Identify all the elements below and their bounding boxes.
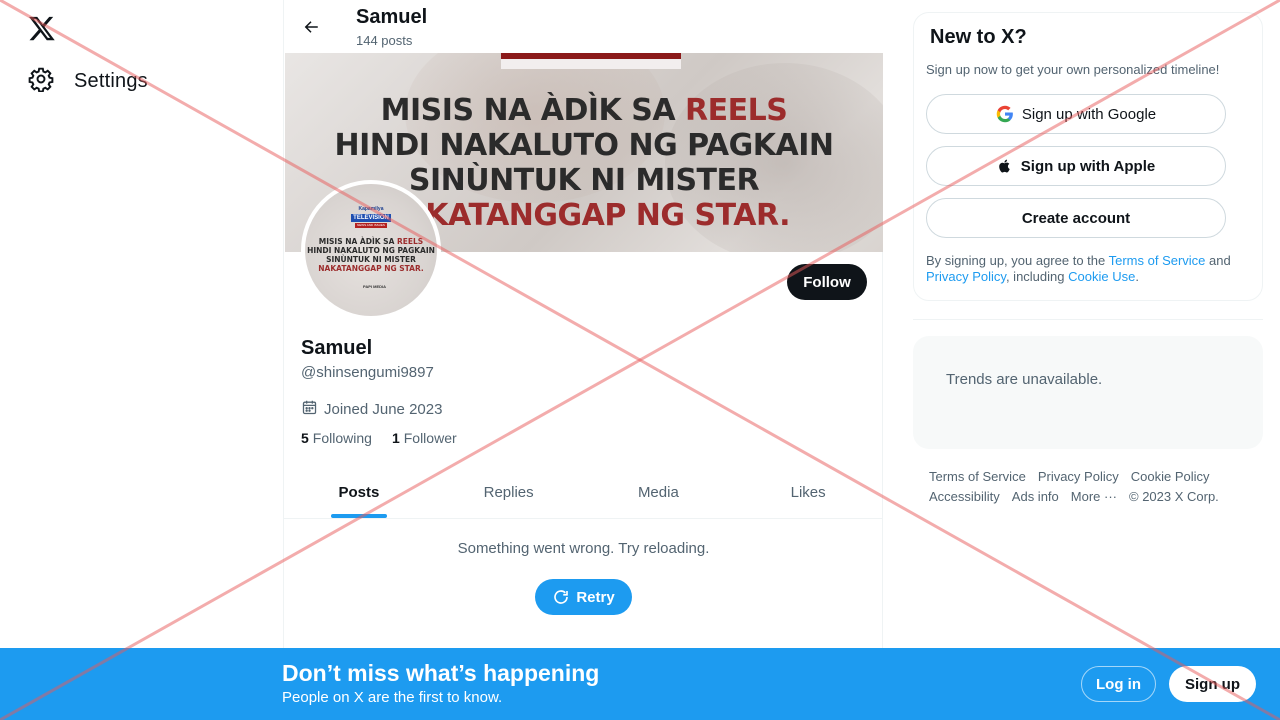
profile-name: Samuel	[301, 337, 373, 359]
tab-posts[interactable]: Posts	[284, 466, 434, 518]
profile-column: Samuel 144 posts MISIS NA ÀDÌK SA REELS …	[283, 0, 883, 720]
signup-apple-button[interactable]: Sign up with Apple	[926, 146, 1226, 186]
signup-card-subtitle: Sign up now to get your own personalized…	[926, 62, 1220, 77]
profile-handle: @shinsengumi9897	[301, 364, 434, 381]
tab-likes[interactable]: Likes	[733, 466, 883, 518]
profile-tabs: Posts Replies Media Likes	[284, 466, 883, 519]
signup-google-button[interactable]: Sign up with Google	[926, 94, 1226, 134]
footer-more-link[interactable]: More ···	[1071, 487, 1117, 507]
follow-stats: 5 Following 1 Follower	[301, 430, 457, 446]
x-logo-icon[interactable]	[28, 14, 56, 42]
refresh-icon	[554, 590, 569, 604]
footer-copyright: © 2023 X Corp.	[1129, 489, 1219, 504]
bottom-bar-title: Don’t miss what’s happening	[282, 660, 600, 686]
footer-cookie-link[interactable]: Cookie Policy	[1131, 467, 1210, 487]
left-nav: Settings	[0, 0, 283, 720]
signup-terms: By signing up, you agree to the Terms of…	[926, 253, 1231, 284]
footer-ads-link[interactable]: Ads info	[1012, 487, 1059, 507]
sidebar-divider	[913, 319, 1263, 320]
gear-icon	[28, 66, 54, 97]
privacy-link[interactable]: Privacy Policy	[926, 269, 1006, 284]
calendar-icon	[301, 399, 318, 420]
login-button[interactable]: Log in	[1081, 666, 1156, 702]
profile-avatar[interactable]: Kapamilya TELEVISION NEWS AND ISSUES MIS…	[301, 180, 441, 320]
nav-settings-label: Settings	[74, 70, 148, 92]
footer-terms-link[interactable]: Terms of Service	[929, 467, 1026, 487]
back-button[interactable]	[297, 13, 325, 41]
footer-privacy-link[interactable]: Privacy Policy	[1038, 467, 1119, 487]
trends-panel: Trends are unavailable.	[913, 336, 1263, 449]
footer-accessibility-link[interactable]: Accessibility	[929, 487, 1000, 507]
terms-link[interactable]: Terms of Service	[1109, 253, 1206, 268]
trends-message: Trends are unavailable.	[946, 371, 1103, 388]
nav-settings-link[interactable]: Settings	[28, 66, 148, 97]
tab-media[interactable]: Media	[584, 466, 734, 518]
google-icon	[996, 105, 1013, 123]
bottom-signup-bar: Don’t miss what’s happening People on X …	[0, 648, 1280, 720]
cookie-use-link[interactable]: Cookie Use	[1068, 269, 1135, 284]
apple-icon	[998, 159, 1010, 173]
signup-card-title: New to X?	[930, 26, 1027, 48]
tab-replies[interactable]: Replies	[434, 466, 584, 518]
header-post-count: 144 posts	[356, 33, 413, 48]
profile-header-bar: Samuel 144 posts	[284, 0, 883, 53]
followers-link[interactable]: 1 Follower	[392, 430, 457, 446]
bottom-bar-subtitle: People on X are the first to know.	[282, 689, 503, 706]
signup-button[interactable]: Sign up	[1169, 666, 1256, 702]
create-account-button[interactable]: Create account	[926, 198, 1226, 238]
joined-date: Joined June 2023	[301, 399, 442, 420]
joined-text: Joined June 2023	[324, 401, 443, 418]
retry-button[interactable]: Retry	[535, 579, 632, 615]
header-profile-name: Samuel	[356, 6, 428, 28]
signup-card: New to X? Sign up now to get your own pe…	[913, 12, 1263, 301]
follow-button[interactable]: Follow	[787, 264, 867, 300]
footer-links: Terms of Service Privacy Policy Cookie P…	[929, 467, 1249, 507]
feed-error-message: Something went wrong. Try reloading.	[457, 540, 710, 557]
following-link[interactable]: 5 Following	[301, 430, 372, 446]
arrow-left-icon	[304, 21, 318, 33]
